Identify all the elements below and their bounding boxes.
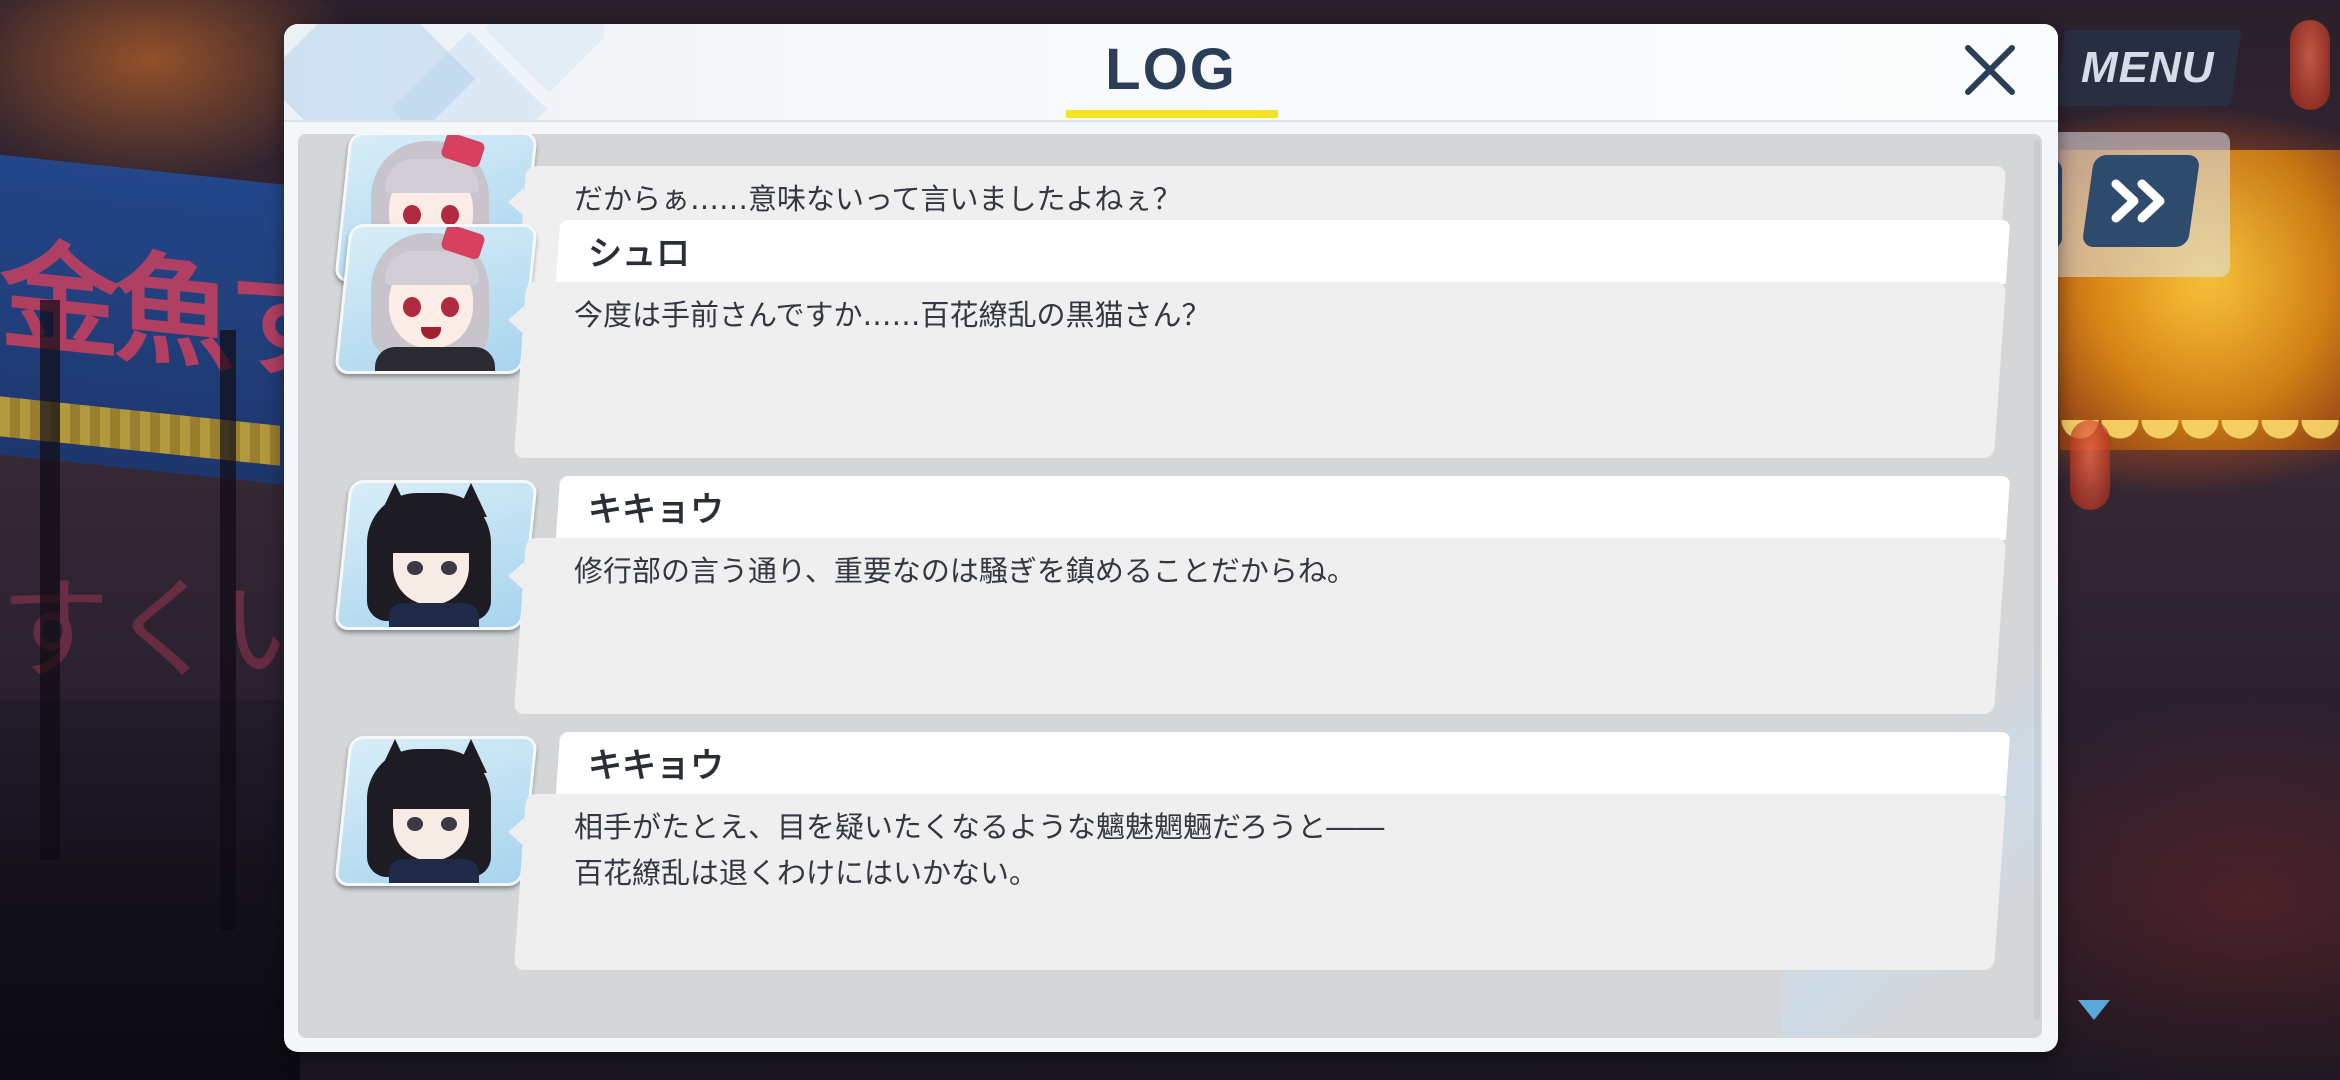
close-button[interactable] xyxy=(1960,40,2020,100)
scrollbar[interactable] xyxy=(2034,140,2040,1020)
log-list[interactable]: だからぁ……意味ないって言いましたよねぇ？ シュロ 今度は手前さんですか……百花… xyxy=(298,134,2042,1038)
speaker-name: キキョウ xyxy=(588,490,724,530)
title-underline xyxy=(1066,110,1278,118)
fast-forward-button[interactable] xyxy=(2081,155,2201,247)
bubble-tail xyxy=(508,188,524,216)
speaker-name: シュロ xyxy=(588,234,690,274)
log-entry: だからぁ……意味ないって言いましたよねぇ？ xyxy=(298,134,2038,342)
name-bar xyxy=(555,220,2011,284)
bubble-tail xyxy=(508,818,524,846)
log-entry: キキョウ 相手がたとえ、目を疑いたくなるような魑魅魍魎だろうと―― 百花繚乱は退… xyxy=(298,732,2038,972)
log-window: LOG だからぁ……意味ないって言いましたよねぇ？ シュロ 今度は手前さんですか… xyxy=(284,24,2058,1052)
kikyou-portrait xyxy=(334,736,538,886)
bubble-tail xyxy=(508,562,524,590)
lantern xyxy=(2290,20,2330,110)
log-entry: キキョウ 修行部の言う通り、重要なのは騒ぎを鎮めることだからね。 xyxy=(298,476,2038,716)
shadow-area xyxy=(0,700,300,1080)
dialogue-line: だからぁ……意味ないって言いましたよねぇ？ xyxy=(574,182,1182,216)
lantern xyxy=(2070,420,2110,510)
close-icon xyxy=(1965,45,2015,95)
log-header: LOG xyxy=(284,24,2058,122)
menu-button[interactable]: MENU xyxy=(2054,30,2242,106)
menu-label: MENU xyxy=(2081,43,2215,92)
dialogue-line: 今度は手前さんですか……百花繚乱の黒猫さん？ xyxy=(574,298,1211,332)
log-entry: シュロ 今度は手前さんですか……百花繚乱の黒猫さん？ xyxy=(298,220,2038,460)
name-bar xyxy=(555,476,2011,540)
log-title: LOG xyxy=(1105,37,1237,102)
dialogue-line: 相手がたとえ、目を疑いたくなるような魑魅魍魎だろうと―― xyxy=(574,810,1385,844)
shiro-portrait xyxy=(334,224,538,374)
triangle-down-icon xyxy=(2078,1000,2110,1020)
name-bar xyxy=(555,732,2011,796)
kikyou-portrait xyxy=(334,480,538,630)
dialogue-line: 百花繚乱は退くわけにはいかない。 xyxy=(574,856,1039,890)
speaker-name: キキョウ xyxy=(588,746,724,786)
bubble-tail xyxy=(508,306,524,334)
dialogue-line: 修行部の言う通り、重要なのは騒ぎを鎮めることだからね。 xyxy=(574,554,1356,588)
fast-forward-icon xyxy=(2111,179,2165,223)
